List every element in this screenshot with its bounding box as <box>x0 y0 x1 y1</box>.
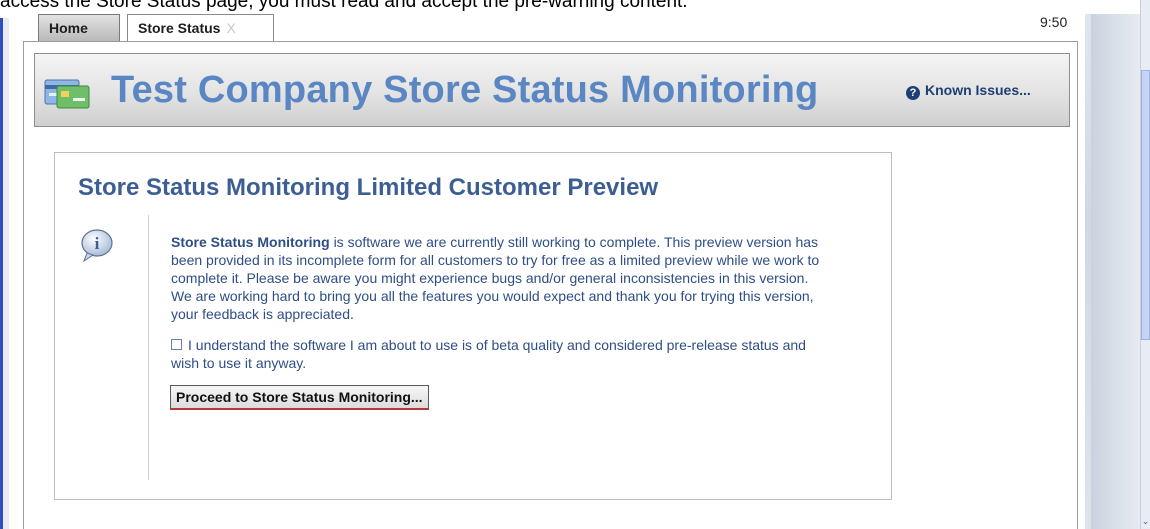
accept-checkbox-row[interactable]: I understand the software I am about to … <box>171 336 821 372</box>
content-divider <box>148 215 149 480</box>
preview-notice-panel: Store Status Monitoring Limited Customer… <box>54 152 892 500</box>
app-header: Test Company Store Status Monitoring ? Kn… <box>34 53 1070 127</box>
tab-home-label: Home <box>49 20 88 36</box>
accept-checkbox-label[interactable]: I understand the software I am about to … <box>171 337 806 371</box>
tab-store-status[interactable]: Store Status X <box>127 14 274 41</box>
info-bubble-icon: i <box>81 229 113 263</box>
preview-paragraph: Store Status Monitoring is software we a… <box>171 233 821 323</box>
scrollbar-thumb[interactable] <box>1141 70 1150 340</box>
product-name: Store Status Monitoring <box>171 234 330 250</box>
window-left-gutter <box>3 18 9 529</box>
page-caption: access the Store Status page, you must r… <box>0 0 688 12</box>
tab-home[interactable]: Home <box>38 14 120 41</box>
preview-title: Store Status Monitoring Limited Customer… <box>78 174 659 201</box>
proceed-button[interactable]: Proceed to Store Status Monitoring... <box>170 385 429 410</box>
tab-close-icon[interactable]: X <box>226 20 235 36</box>
app-card-icon <box>44 79 90 109</box>
question-icon: ? <box>906 86 920 100</box>
clock: 9:50 <box>1040 14 1068 30</box>
scroll-down-icon[interactable]: ⌄ <box>1141 515 1150 527</box>
accept-checkbox[interactable] <box>171 339 182 350</box>
tab-store-status-label: Store Status <box>138 20 221 36</box>
known-issues-label: Known Issues... <box>925 82 1031 98</box>
content-frame: Test Company Store Status Monitoring ? Kn… <box>23 41 1078 529</box>
preview-content: Store Status Monitoring is software we a… <box>170 233 821 410</box>
tab-bar: Home Store Status X <box>9 14 1085 42</box>
svg-text:i: i <box>95 234 100 253</box>
known-issues-link[interactable]: ? Known Issues... <box>906 82 1031 100</box>
app-title: Test Company Store Status Monitoring <box>111 69 819 111</box>
